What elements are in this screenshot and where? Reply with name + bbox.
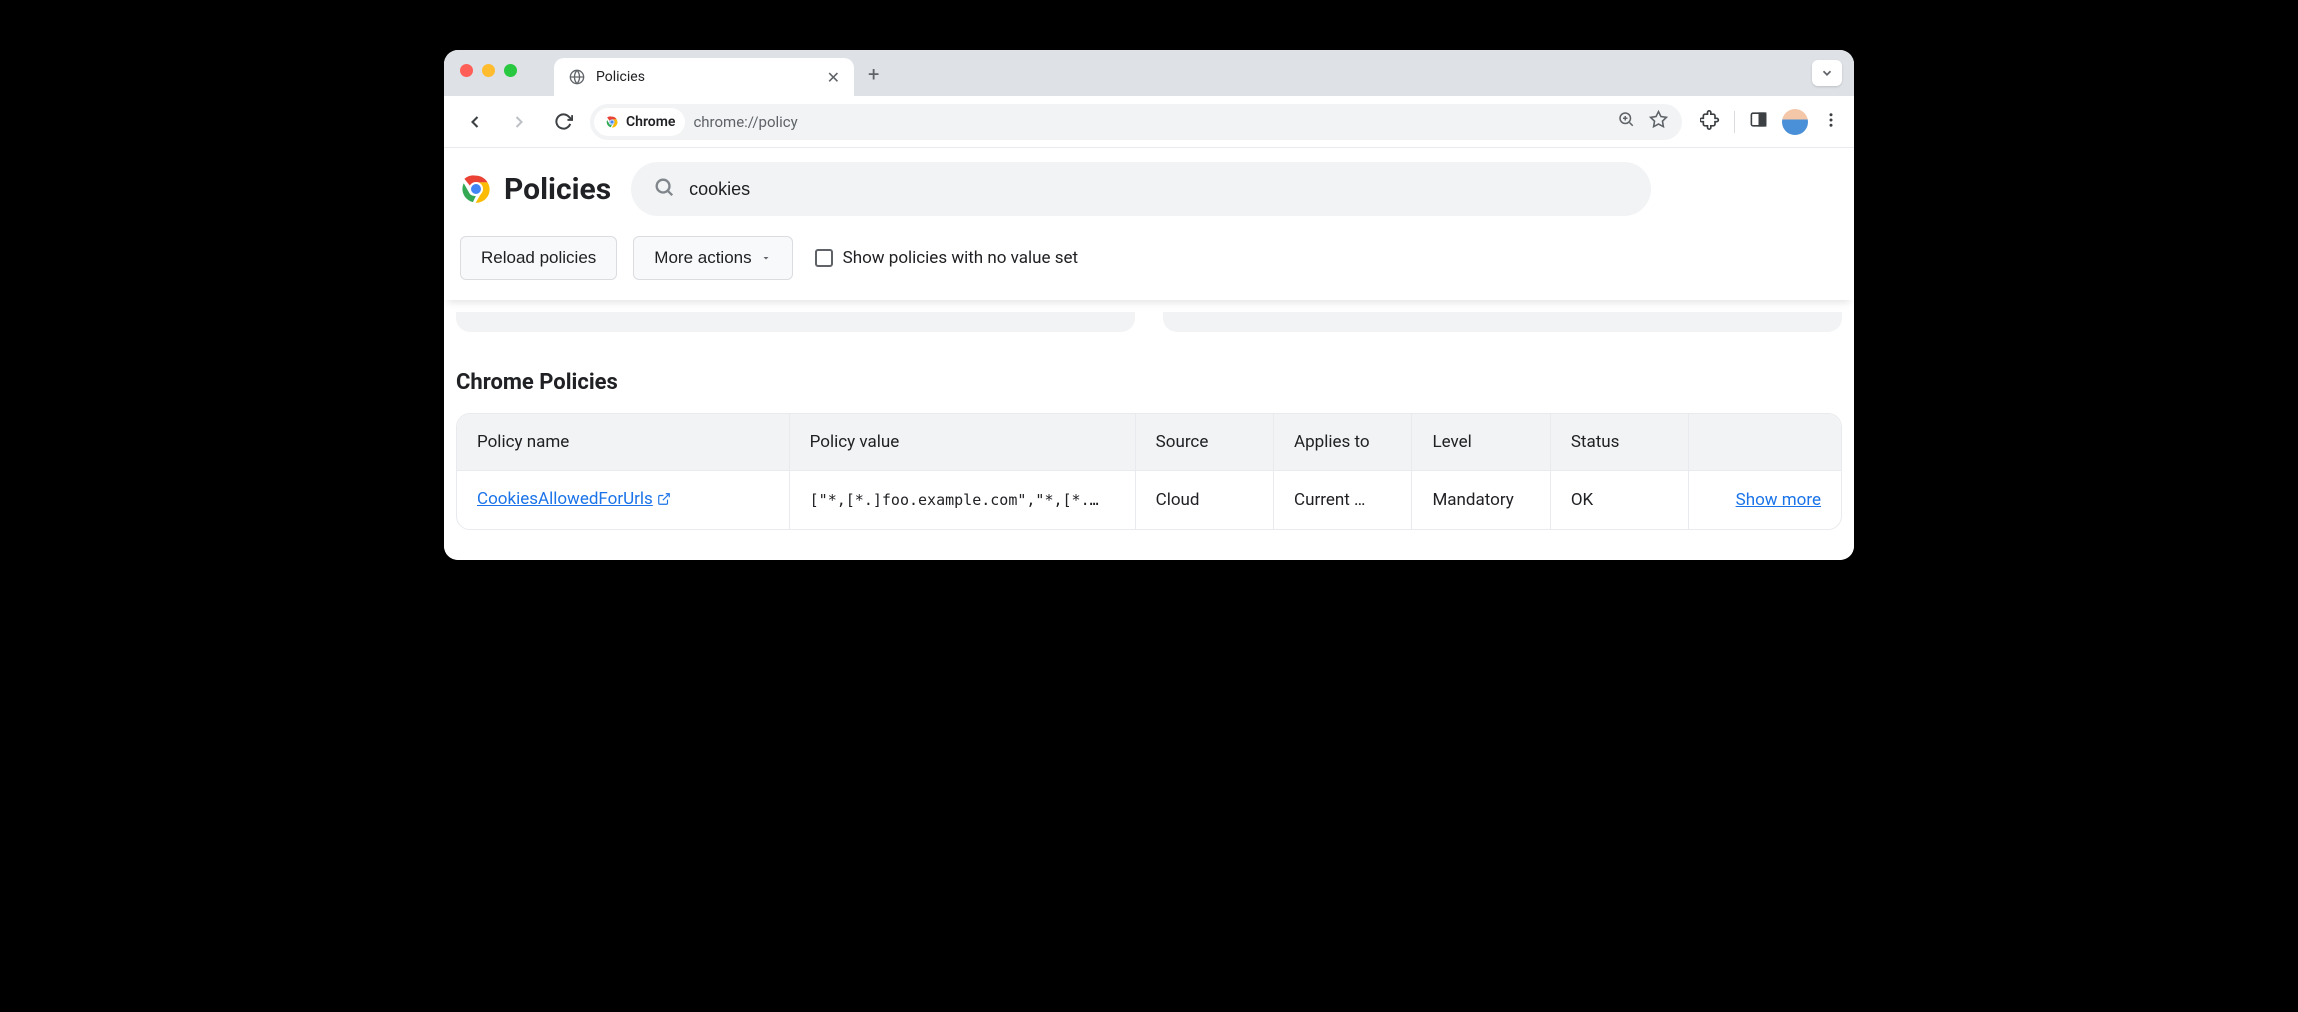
policy-applies-cell: Current … <box>1274 471 1412 530</box>
policy-value-cell: ["*,[*.]foo.example.com","*,[*.… <box>789 471 1135 530</box>
chrome-logo-icon <box>460 173 492 205</box>
page-content: Chrome Policies Policy name Policy value… <box>444 300 1854 560</box>
profile-avatar[interactable] <box>1782 109 1808 135</box>
col-header-value: Policy value <box>789 414 1135 471</box>
url-text: chrome://policy <box>693 113 797 131</box>
policy-name-link[interactable]: CookiesAllowedForUrls <box>477 489 671 509</box>
chrome-icon <box>604 114 620 130</box>
section-title: Chrome Policies <box>456 370 1842 395</box>
more-actions-button[interactable]: More actions <box>633 236 792 280</box>
external-link-icon <box>657 491 671 511</box>
col-header-level: Level <box>1412 414 1550 471</box>
browser-toolbar: Chrome chrome://policy <box>444 96 1854 148</box>
more-actions-label: More actions <box>654 248 751 268</box>
policy-status-cell: OK <box>1550 471 1688 530</box>
checkbox-icon <box>815 249 833 267</box>
col-header-source: Source <box>1135 414 1273 471</box>
forward-button[interactable] <box>502 105 536 139</box>
page-title: Policies <box>504 172 611 207</box>
col-header-name: Policy name <box>457 414 789 471</box>
menu-icon[interactable] <box>1822 111 1840 133</box>
tab-title: Policies <box>596 69 645 85</box>
titlebar: Policies ✕ + <box>444 50 1854 96</box>
page-header: Policies Reload policies More actions Sh… <box>444 148 1854 300</box>
close-tab-button[interactable]: ✕ <box>827 68 840 87</box>
new-tab-button[interactable]: + <box>868 62 879 86</box>
policies-table: Policy name Policy value Source Applies … <box>456 413 1842 530</box>
close-window-button[interactable] <box>460 64 473 77</box>
bookmark-star-icon[interactable] <box>1649 110 1668 133</box>
show-no-value-toggle[interactable]: Show policies with no value set <box>815 248 1079 268</box>
tab-list-button[interactable] <box>1812 60 1842 86</box>
browser-window: Policies ✕ + Chrome chrome://policy <box>444 50 1854 560</box>
chevron-down-icon <box>760 252 772 264</box>
toolbar-right <box>1700 109 1840 135</box>
reload-button[interactable] <box>546 105 580 139</box>
side-panel-icon[interactable] <box>1749 110 1768 133</box>
policy-source-cell: Cloud <box>1135 471 1273 530</box>
address-bar[interactable]: Chrome chrome://policy <box>590 104 1682 140</box>
policy-level-cell: Mandatory <box>1412 471 1550 530</box>
reload-policies-button[interactable]: Reload policies <box>460 236 617 280</box>
zoom-icon[interactable] <box>1617 110 1635 133</box>
checkbox-label-text: Show policies with no value set <box>843 248 1079 268</box>
show-more-link[interactable]: Show more <box>1736 490 1821 510</box>
col-header-status: Status <box>1550 414 1688 471</box>
minimize-window-button[interactable] <box>482 64 495 77</box>
toolbar-divider <box>1734 111 1735 133</box>
window-controls <box>460 64 517 77</box>
back-button[interactable] <box>458 105 492 139</box>
page-logo: Policies <box>460 172 611 207</box>
status-cards <box>456 300 1842 350</box>
maximize-window-button[interactable] <box>504 64 517 77</box>
browser-tab[interactable]: Policies ✕ <box>554 58 854 96</box>
search-icon <box>653 176 675 202</box>
extensions-icon[interactable] <box>1700 110 1720 134</box>
status-card <box>456 312 1135 332</box>
search-input[interactable] <box>689 179 1629 200</box>
table-row: CookiesAllowedForUrls ["*,[*.]foo.exampl… <box>457 471 1841 530</box>
site-chip[interactable]: Chrome <box>594 108 685 136</box>
policy-search[interactable] <box>631 162 1651 216</box>
globe-icon <box>568 68 586 86</box>
status-card <box>1163 312 1842 332</box>
col-header-applies: Applies to <box>1274 414 1412 471</box>
chip-label: Chrome <box>626 114 675 130</box>
col-header-actions <box>1689 414 1841 471</box>
